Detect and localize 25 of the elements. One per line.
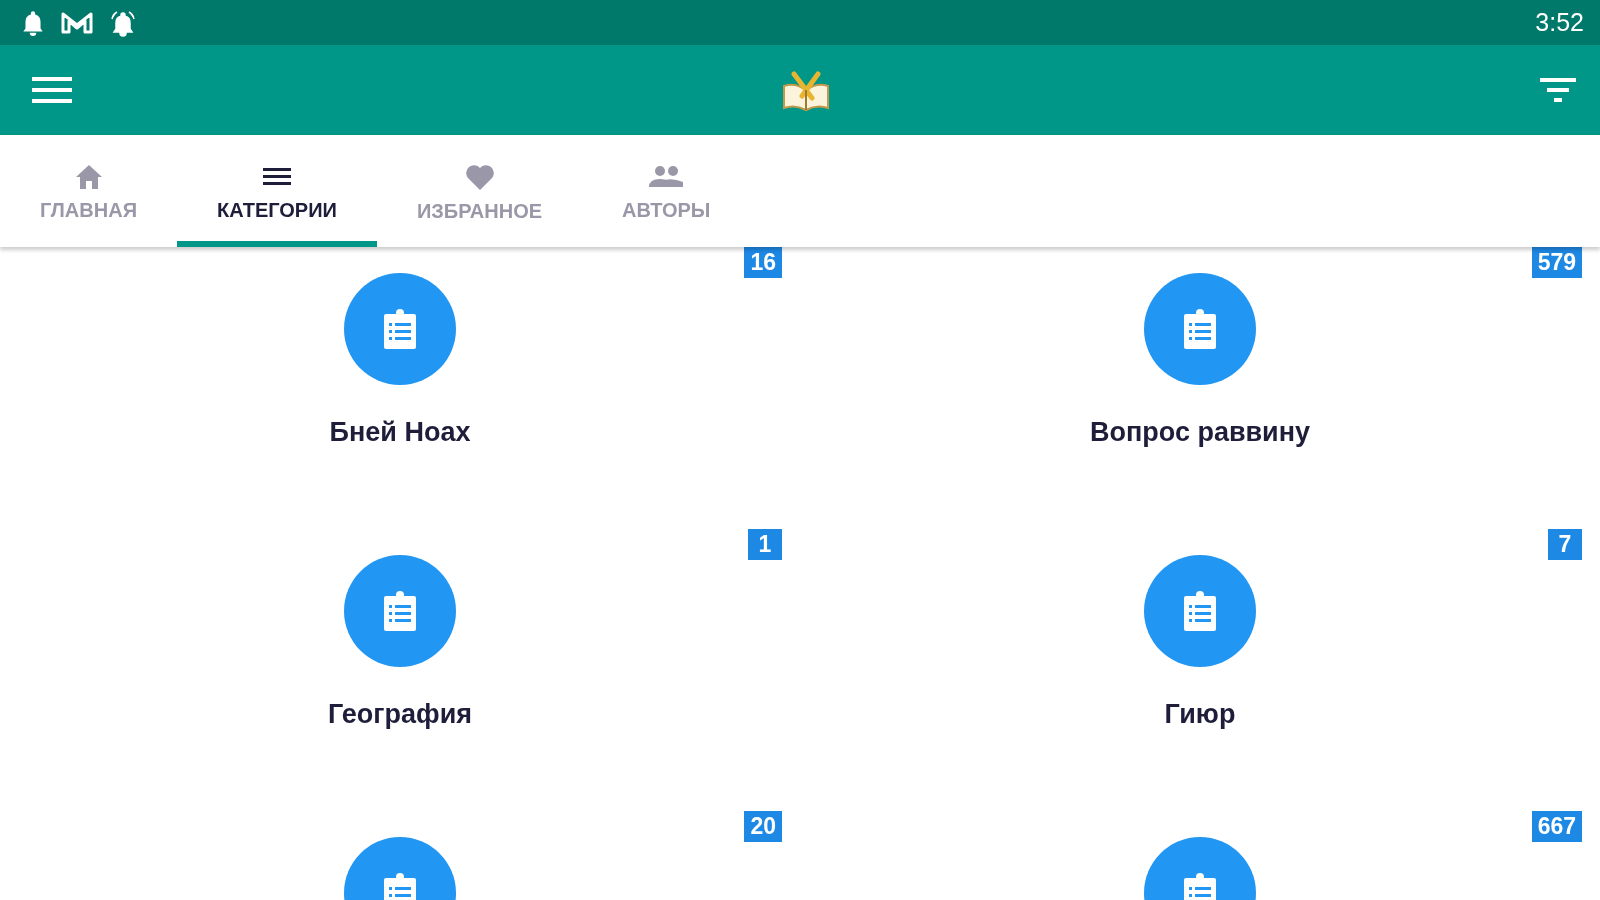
book-logo-icon <box>780 68 832 112</box>
clock-time: 3:52 <box>1535 8 1584 37</box>
count-badge: 20 <box>744 811 782 842</box>
clipboard-icon <box>1183 308 1217 350</box>
category-label: Гиюр <box>1164 699 1236 730</box>
clipboard-icon <box>383 590 417 632</box>
category-label: Бней Ноах <box>329 417 471 448</box>
tab[interactable]: КАТЕГОРИИ <box>177 135 377 247</box>
menu-icon[interactable] <box>32 76 72 104</box>
clipboard-icon <box>383 308 417 350</box>
count-badge: 7 <box>1548 529 1582 560</box>
category-label: Вопрос раввину <box>1089 417 1311 448</box>
filter-icon[interactable] <box>1540 76 1576 104</box>
count-badge: 1 <box>748 529 782 560</box>
tab[interactable]: ИЗБРАННОЕ <box>376 135 583 247</box>
count-badge: 579 <box>1531 247 1582 278</box>
count-badge: 667 <box>1531 811 1582 842</box>
bell-icon <box>20 8 46 37</box>
tab[interactable]: ГЛАВНАЯ <box>0 135 178 247</box>
clipboard-icon <box>1183 590 1217 632</box>
tab[interactable]: АВТОРЫ <box>582 135 751 247</box>
mail-icon <box>60 10 94 35</box>
category-label: География <box>327 699 473 730</box>
alarm-icon <box>108 8 138 37</box>
count-badge: 16 <box>744 247 782 278</box>
